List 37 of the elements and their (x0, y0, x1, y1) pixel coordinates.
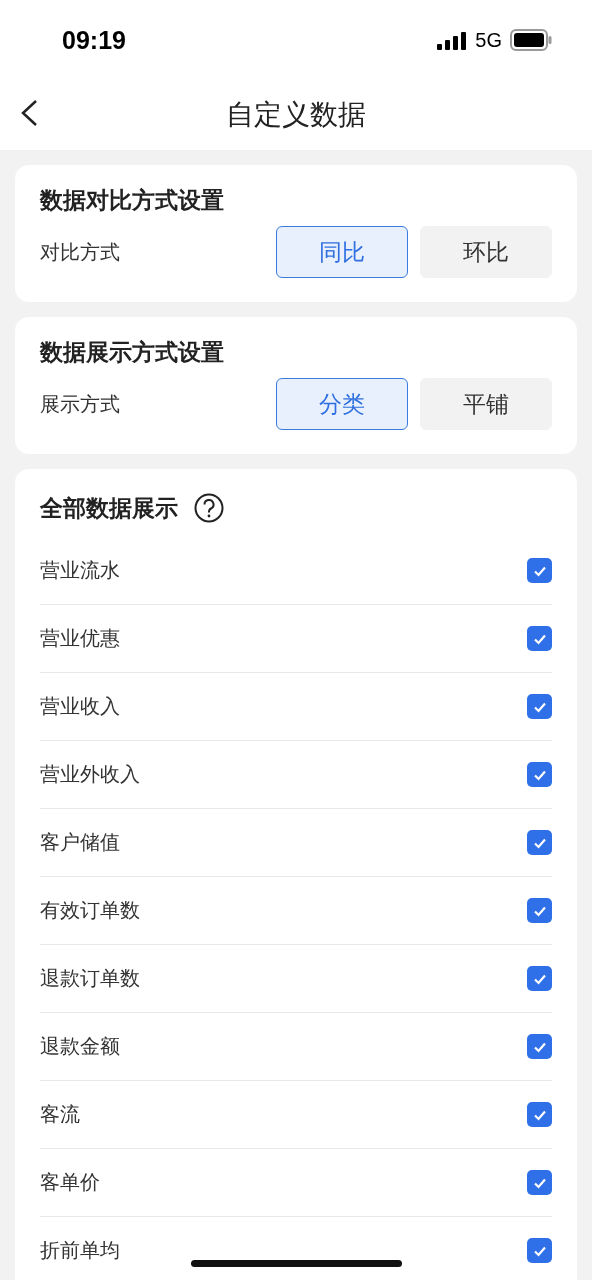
option-button[interactable]: 分类 (276, 378, 408, 430)
checkbox[interactable] (527, 966, 552, 991)
data-item-label: 客户储值 (40, 829, 120, 856)
data-item-label: 退款订单数 (40, 965, 140, 992)
checkbox[interactable] (527, 830, 552, 855)
data-item-label: 客流 (40, 1101, 80, 1128)
checkbox[interactable] (527, 626, 552, 651)
data-item-label: 营业外收入 (40, 761, 140, 788)
setting-label: 对比方式 (40, 238, 120, 266)
option-button[interactable]: 环比 (420, 226, 552, 278)
section-title: 数据对比方式设置 (40, 186, 225, 215)
checkbox[interactable] (527, 1102, 552, 1127)
checkbox[interactable] (527, 1034, 552, 1059)
setting-label: 展示方式 (40, 390, 120, 418)
network-label: 5G (475, 28, 502, 52)
data-item-label: 营业流水 (40, 557, 120, 584)
checkbox[interactable] (527, 1238, 552, 1263)
checkbox[interactable] (527, 558, 552, 583)
page-title: 自定义数据 (226, 97, 366, 133)
section-title: 数据展示方式设置 (40, 338, 225, 367)
data-item-label: 营业收入 (40, 693, 120, 720)
signal-icon (437, 30, 468, 50)
option-button[interactable]: 平铺 (420, 378, 552, 430)
data-item-label: 退款金额 (40, 1033, 120, 1060)
option-button[interactable]: 同比 (276, 226, 408, 278)
battery-icon (510, 29, 552, 51)
data-item-label: 营业优惠 (40, 625, 120, 652)
status-time: 09:19 (62, 25, 126, 55)
checkbox[interactable] (527, 1170, 552, 1195)
checkbox[interactable] (527, 898, 552, 923)
data-item-label: 折前单均 (40, 1237, 120, 1264)
data-item-label: 客单价 (40, 1169, 100, 1196)
checkbox[interactable] (527, 762, 552, 787)
checkbox[interactable] (527, 694, 552, 719)
section-title: 全部数据展示 (40, 493, 178, 523)
data-item-label: 有效订单数 (40, 897, 140, 924)
help-icon[interactable] (194, 493, 224, 523)
